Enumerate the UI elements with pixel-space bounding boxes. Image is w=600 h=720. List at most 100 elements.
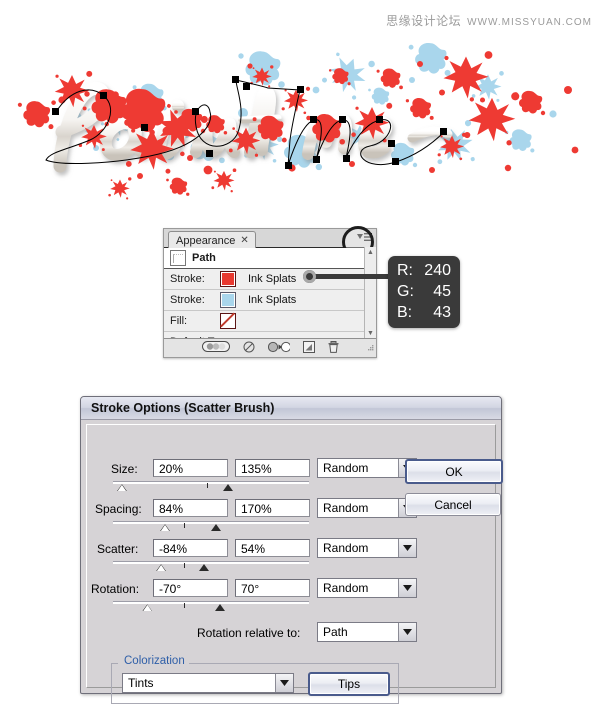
chevron-down-icon[interactable]: [398, 579, 416, 597]
delete-item-icon[interactable]: [328, 340, 339, 356]
scatter-label: Scatter:: [97, 542, 139, 556]
scatter-slider[interactable]: [113, 561, 309, 571]
ok-button[interactable]: OK: [405, 459, 503, 484]
cancel-button-label: Cancel: [434, 497, 472, 512]
rotation-relative-label: Rotation relative to:: [197, 626, 301, 640]
scatter-slider-tick: [183, 563, 185, 568]
group-border-left: [112, 663, 118, 664]
spacing-max-input[interactable]: 170%: [235, 499, 310, 517]
chevron-down-icon[interactable]: [275, 674, 293, 692]
scatter-max-input[interactable]: 54%: [235, 539, 310, 557]
rgb-green-key: G:: [397, 283, 414, 300]
scatter-mode-value: Random: [323, 541, 369, 555]
appearance-row-fill[interactable]: Fill:: [164, 311, 376, 332]
callout-anchor-dot: [303, 270, 316, 283]
dialog-titlebar[interactable]: Stroke Options (Scatter Brush): [81, 397, 501, 420]
stroke-2-label: Stroke:: [170, 294, 205, 306]
watermark-site-url: WWW.MISSYUAN.COM: [467, 17, 592, 28]
rotation-slider-min-handle[interactable]: [142, 604, 153, 611]
rgb-blue-value: 43: [433, 304, 451, 321]
ok-button-label: OK: [445, 464, 463, 479]
colorization-group: Colorization Tints Tips: [111, 655, 399, 704]
fill-none-swatch-icon[interactable]: [220, 313, 236, 329]
scatter-slider-max-handle[interactable]: [199, 564, 210, 571]
tips-button-label: Tips: [337, 677, 361, 691]
spacing-mode-select[interactable]: Random: [317, 498, 417, 518]
rotation-slider-max-handle[interactable]: [214, 604, 225, 611]
rgb-red-key: R:: [397, 262, 413, 279]
scroll-down-icon[interactable]: ▼: [366, 329, 375, 338]
appearance-row-stroke-2[interactable]: Stroke: Ink Splats: [164, 290, 376, 311]
size-slider-min-handle[interactable]: [116, 484, 127, 491]
spacing-min-input[interactable]: 84%: [153, 499, 228, 517]
chevron-down-icon[interactable]: [398, 623, 416, 641]
fill-label: Fill:: [170, 315, 188, 327]
appearance-target-row[interactable]: Path: [164, 248, 376, 269]
rotation-mode-select[interactable]: Random: [317, 578, 417, 598]
stroke-options-dialog[interactable]: Stroke Options (Scatter Brush) Size: 20%…: [80, 396, 503, 704]
appearance-panel[interactable]: Appearance ✕ Path Stroke: Ink Splats Str…: [163, 226, 377, 358]
rotation-label: Rotation:: [91, 582, 140, 596]
rgb-blue-key: B:: [397, 304, 413, 321]
scatter-slider-min-handle[interactable]: [156, 564, 167, 571]
chevron-down-icon[interactable]: [398, 539, 416, 557]
scatter-mode-select[interactable]: Random: [317, 538, 417, 558]
stroke-2-color-swatch[interactable]: [220, 292, 236, 308]
watermark-site-name: 思缘设计论坛: [386, 14, 462, 28]
size-slider-max-handle[interactable]: [222, 484, 233, 491]
dialog-body: Size: 20% 135% Random Spacing: 84% 170% …: [86, 424, 503, 704]
size-mode-value: Random: [323, 461, 369, 475]
appearance-scrollbar[interactable]: ▲ ▼: [364, 247, 376, 339]
tips-button[interactable]: Tips: [308, 672, 390, 696]
size-mode-select[interactable]: Random: [317, 458, 417, 478]
rotation-mode-value: Random: [323, 581, 369, 595]
group-border-right: [178, 663, 398, 664]
callout-leader-line: [308, 274, 392, 279]
size-min-input[interactable]: 20%: [153, 459, 228, 477]
opacity-blend-icon[interactable]: [201, 341, 230, 355]
colorization-method-value: Tints: [128, 676, 154, 690]
dialog-title: Stroke Options (Scatter Brush): [91, 401, 275, 415]
rotation-relative-select[interactable]: Path: [317, 622, 417, 642]
rotation-max-input[interactable]: 70°: [235, 579, 310, 597]
size-max-input[interactable]: 135%: [235, 459, 310, 477]
clear-appearance-icon[interactable]: [243, 341, 255, 356]
spacing-slider-min-handle[interactable]: [160, 524, 171, 531]
spacing-slider[interactable]: [113, 521, 309, 531]
stroke-1-brush-label: Ink Splats: [248, 273, 297, 285]
appearance-panel-tabstrip: Appearance ✕: [164, 226, 376, 258]
scatter-slider-track: [113, 561, 309, 564]
path-thumbnail-icon: [170, 250, 186, 266]
reduce-to-basic-appearance-icon[interactable]: [267, 341, 291, 356]
spacing-slider-max-handle[interactable]: [211, 524, 221, 531]
size-label: Size:: [111, 462, 138, 476]
scatter-min-input[interactable]: -84%: [153, 539, 228, 557]
stroke-1-label: Stroke:: [170, 273, 205, 285]
tab-appearance-label: Appearance: [176, 235, 236, 247]
cancel-button[interactable]: Cancel: [405, 493, 501, 516]
panel-menu-icon[interactable]: [342, 226, 374, 258]
size-slider[interactable]: [113, 481, 309, 491]
rgb-row-green: G: 45: [388, 281, 460, 302]
rotation-relative-value: Path: [323, 625, 348, 639]
colorization-legend: Colorization: [120, 655, 189, 667]
rotation-slider[interactable]: [113, 601, 309, 611]
size-slider-track: [113, 481, 309, 484]
watermark: 思缘设计论坛 WWW.MISSYUAN.COM: [386, 12, 592, 29]
scroll-up-icon[interactable]: ▲: [366, 248, 375, 257]
appearance-row-stroke-1[interactable]: Stroke: Ink Splats: [164, 269, 376, 290]
rotation-min-input[interactable]: -70°: [153, 579, 228, 597]
size-slider-tick: [207, 483, 209, 488]
appearance-panel-footer: [164, 338, 376, 357]
close-icon[interactable]: ✕: [240, 234, 248, 248]
colorization-method-select[interactable]: Tints: [122, 673, 294, 693]
rgb-color-callout: R: 240 G: 45 B: 43: [388, 256, 460, 328]
tab-appearance[interactable]: Appearance ✕: [168, 231, 256, 249]
rgb-row-red: R: 240: [388, 260, 460, 281]
spacing-mode-value: Random: [323, 501, 369, 515]
stroke-1-color-swatch[interactable]: [220, 271, 236, 287]
duplicate-item-icon[interactable]: [302, 340, 315, 356]
stroke-2-brush-label: Ink Splats: [248, 294, 297, 306]
panel-resize-grip[interactable]: [365, 344, 374, 356]
rotation-slider-tick: [183, 603, 185, 608]
